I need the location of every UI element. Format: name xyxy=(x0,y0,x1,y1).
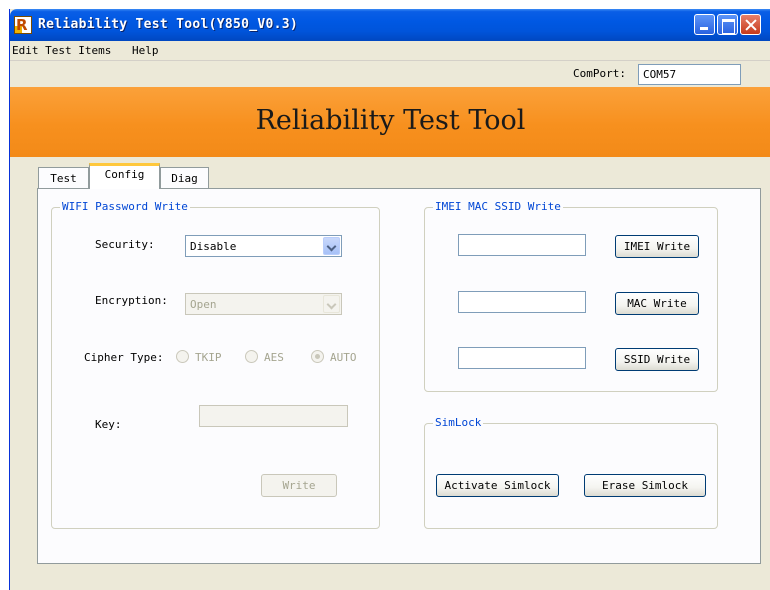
app-window: R Reliability Test Tool(Y850_V0.3) Edit … xyxy=(9,9,770,590)
wifi-group-title: WIFI Password Write xyxy=(60,200,190,213)
erase-simlock-button[interactable]: Erase Simlock xyxy=(584,474,706,497)
comport-input[interactable]: COM57 xyxy=(638,64,741,85)
mac-input[interactable] xyxy=(458,291,586,313)
menu-help[interactable]: Help xyxy=(132,44,159,57)
menu-edit-test-items[interactable]: Edit Test Items xyxy=(12,44,111,57)
minimize-button[interactable] xyxy=(694,14,715,35)
tab-test[interactable]: Test xyxy=(38,167,89,189)
encryption-label: Encryption: xyxy=(95,294,168,307)
activate-simlock-button[interactable]: Activate Simlock xyxy=(436,474,559,497)
security-select-value: Disable xyxy=(190,240,237,253)
maximize-button[interactable] xyxy=(717,14,738,35)
key-input[interactable] xyxy=(199,405,348,427)
imei-input[interactable] xyxy=(458,234,586,256)
imei-write-button[interactable]: IMEI Write xyxy=(615,235,699,258)
ssid-input[interactable] xyxy=(458,347,586,369)
title-bar[interactable]: R Reliability Test Tool(Y850_V0.3) xyxy=(10,9,770,41)
banner: Reliability Test Tool xyxy=(10,87,770,157)
comport-label: ComPort: xyxy=(573,67,626,80)
mac-write-button[interactable]: MAC Write xyxy=(615,292,699,315)
app-icon: R xyxy=(14,16,32,34)
window-title: Reliability Test Tool(Y850_V0.3) xyxy=(38,17,299,32)
imei-group-title: IMEI MAC SSID Write xyxy=(433,200,563,213)
radio-aes-label: AES xyxy=(264,351,284,364)
radio-auto[interactable] xyxy=(311,350,324,363)
chevron-down-icon[interactable] xyxy=(323,237,340,255)
imei-mac-ssid-group: IMEI MAC SSID Write IMEI Write MAC Write… xyxy=(424,200,718,392)
banner-title: Reliability Test Tool xyxy=(255,105,526,136)
menu-bar: Edit Test Items Help xyxy=(10,41,770,61)
close-button[interactable] xyxy=(740,14,761,35)
encryption-select-value: Open xyxy=(190,298,217,311)
key-label: Key: xyxy=(95,418,122,431)
encryption-select[interactable]: Open xyxy=(185,293,342,315)
chevron-down-icon xyxy=(323,295,340,313)
radio-tkip[interactable] xyxy=(176,350,189,363)
radio-tkip-label: TKIP xyxy=(195,351,222,364)
ssid-write-button[interactable]: SSID Write xyxy=(615,348,699,371)
simlock-group-title: SimLock xyxy=(433,416,484,429)
write-button[interactable]: Write xyxy=(261,474,337,497)
tab-config[interactable]: Config xyxy=(89,163,160,189)
security-select[interactable]: Disable xyxy=(185,235,342,257)
cipher-type-label: Cipher Type: xyxy=(84,351,164,364)
security-label: Security: xyxy=(95,238,155,251)
radio-aes[interactable] xyxy=(245,350,258,363)
wifi-password-group: WIFI Password Write Security: Disable En… xyxy=(51,200,380,529)
simlock-group: SimLock Activate Simlock Erase Simlock xyxy=(424,416,718,529)
tab-diag[interactable]: Diag xyxy=(160,167,209,189)
radio-auto-label: AUTO xyxy=(330,351,357,364)
config-tab-panel: WIFI Password Write Security: Disable En… xyxy=(37,188,761,564)
